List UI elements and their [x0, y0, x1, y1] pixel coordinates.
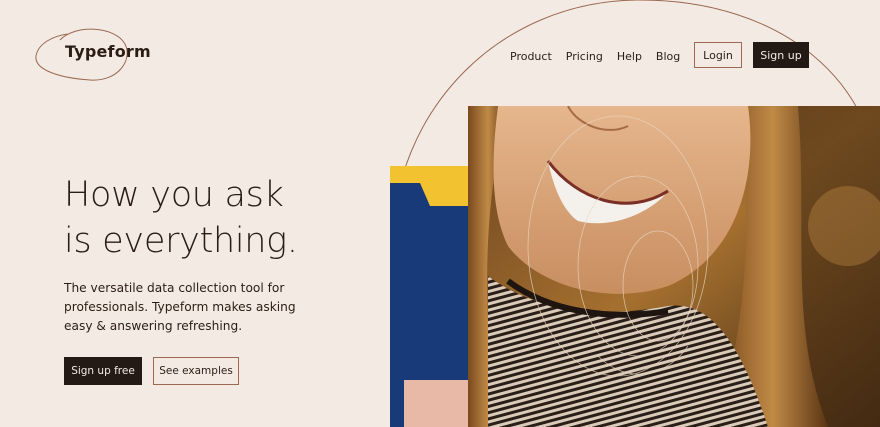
logo-text: Typeform	[65, 42, 151, 61]
typeform-landing-page: Typeform Product Pricing Help Blog Login…	[0, 0, 880, 427]
nav-product[interactable]: Product	[510, 50, 552, 63]
logo[interactable]: Typeform	[30, 22, 151, 92]
nav-pricing[interactable]: Pricing	[566, 50, 603, 63]
yellow-color-block	[390, 166, 470, 206]
peach-color-block	[404, 380, 470, 427]
hero-photo	[468, 106, 880, 427]
headline-line-1: How you ask	[64, 175, 284, 215]
sign-up-free-button[interactable]: Sign up free	[64, 357, 142, 385]
nav-help[interactable]: Help	[617, 50, 642, 63]
hero-headline: How you ask is everything.	[64, 172, 298, 264]
login-button[interactable]: Login	[694, 42, 742, 68]
hero-subcopy: The versatile data collection tool for p…	[64, 281, 296, 333]
nav-blog[interactable]: Blog	[656, 50, 680, 63]
smiling-woman-photo-illustration	[468, 106, 880, 427]
see-examples-button[interactable]: See examples	[153, 357, 239, 385]
headline-line-2: is everything.	[64, 221, 298, 261]
main-nav: Product Pricing Help Blog	[510, 44, 694, 68]
yellow-triangle-shape	[390, 166, 470, 206]
signup-button[interactable]: Sign up	[753, 42, 809, 68]
